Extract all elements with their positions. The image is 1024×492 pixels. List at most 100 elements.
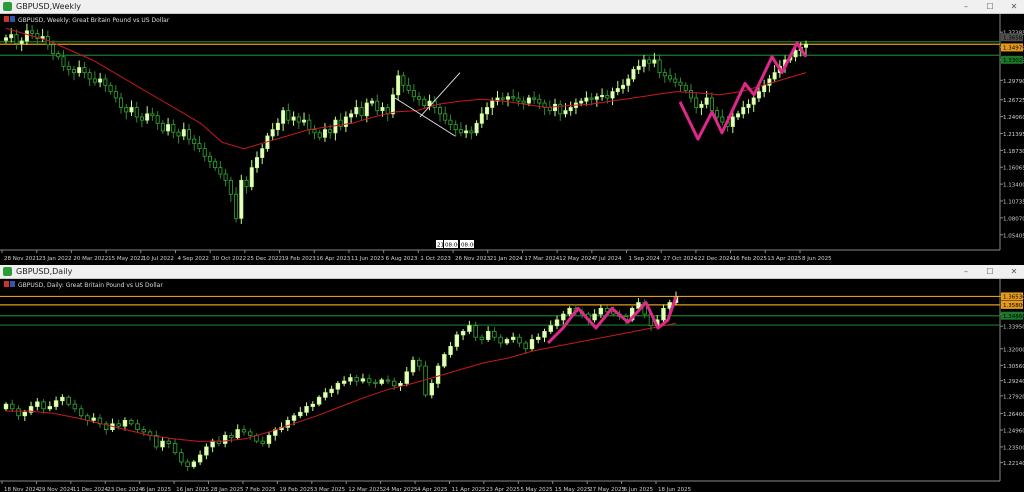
- candle-body: [24, 30, 29, 42]
- candle-body: [404, 371, 409, 384]
- candle-body: [312, 129, 317, 134]
- candle-body: [657, 59, 662, 74]
- candle-body: [202, 148, 207, 157]
- price-tick-label: 1.33950: [1003, 325, 1024, 331]
- candle-body: [683, 84, 688, 91]
- weekly-chart-window[interactable]: GBPUSD,Weekly – ☐ ✕ 1.373851.349791.3302…: [0, 0, 1024, 264]
- candle-body: [270, 129, 275, 137]
- candle-body: [411, 89, 416, 98]
- candle-body: [204, 446, 209, 456]
- crosshair-time-label: 21: [437, 243, 444, 249]
- candle-body: [307, 119, 312, 131]
- time-tick-label: 6 Jun 2025: [624, 487, 654, 492]
- candle-body: [490, 100, 495, 108]
- minimize-button[interactable]: –: [958, 0, 974, 13]
- candle-body: [53, 400, 59, 407]
- close-button[interactable]: ✕: [1006, 265, 1022, 278]
- candle-body: [736, 113, 741, 118]
- daily-titlebar[interactable]: GBPUSD,Daily – ☐ ✕: [0, 265, 1024, 279]
- candle-body: [19, 40, 24, 44]
- symbol-description-label: GBPUSD, Daily: Great Britain Pound vs US…: [18, 282, 163, 289]
- candle-body: [505, 96, 510, 100]
- candle-body: [548, 325, 553, 332]
- daily-price-chart[interactable]: 1.365301.350001.339501.320001.305601.292…: [0, 279, 1024, 492]
- weekly-price-chart[interactable]: 1.373851.349791.330251.297901.267251.240…: [0, 14, 1024, 264]
- candle-body: [521, 100, 526, 104]
- candle-body: [329, 388, 334, 394]
- candle-body: [103, 78, 108, 86]
- minimize-button[interactable]: –: [958, 265, 974, 278]
- candle-body: [547, 107, 552, 112]
- chart-window-icon: [3, 2, 12, 11]
- candle-body: [410, 359, 416, 373]
- candle-body: [134, 107, 139, 118]
- candle-body: [720, 116, 725, 123]
- candle-body: [40, 36, 45, 39]
- candle-body: [479, 113, 484, 124]
- candle-body: [9, 34, 14, 39]
- candle-body: [746, 103, 751, 108]
- candle-body: [694, 97, 699, 108]
- candle-body: [379, 379, 384, 384]
- maximize-button[interactable]: ☐: [982, 265, 998, 278]
- candle-body: [78, 408, 84, 417]
- candle-body: [563, 110, 568, 115]
- time-tick-label: 27 Oct 2024: [663, 256, 698, 262]
- candle-body: [584, 97, 589, 102]
- price-tick-label: 1.27920: [1003, 394, 1024, 400]
- candle-body: [360, 378, 366, 382]
- candle-body: [704, 97, 709, 105]
- maximize-button[interactable]: ☐: [982, 0, 998, 13]
- candle-body: [762, 84, 767, 93]
- time-tick-label: 7 Jul 2024: [594, 256, 622, 262]
- price-highlight-label: 1.36530: [1003, 295, 1024, 301]
- time-tick-label: 18 Jun 2025: [658, 487, 692, 492]
- candle-body: [661, 307, 666, 321]
- candle-body: [108, 84, 113, 93]
- candle-body: [510, 336, 516, 340]
- candle-body: [234, 193, 239, 219]
- candle-body: [610, 91, 615, 99]
- time-tick-label: 29 Nov 2024: [38, 487, 74, 492]
- candle-body: [218, 167, 223, 175]
- candle-body: [751, 97, 756, 105]
- time-tick-label: 11 Dec 2024: [73, 487, 109, 492]
- candle-body: [469, 130, 474, 134]
- candle-body: [453, 124, 458, 131]
- candle-body: [141, 429, 146, 433]
- time-tick-label: 17 Mar 2024: [524, 256, 559, 262]
- candle-body: [304, 406, 309, 413]
- close-button[interactable]: ✕: [1006, 0, 1022, 13]
- weekly-titlebar[interactable]: GBPUSD,Weekly – ☐ ✕: [0, 0, 1024, 14]
- candle-body: [35, 401, 40, 407]
- candle-body: [291, 415, 297, 421]
- candle-body: [139, 116, 144, 121]
- candle-body: [72, 403, 78, 410]
- time-tick-label: 30 Oct 2022: [212, 256, 246, 262]
- candle-body: [772, 72, 777, 80]
- candle-body: [47, 406, 53, 410]
- time-tick-label: 15 May 2022: [108, 256, 144, 262]
- symbol-description-label: GBPUSD, Weekly: Great Britain Pound vs U…: [18, 17, 170, 24]
- candle-body: [448, 346, 453, 355]
- candle-body: [568, 107, 573, 112]
- candle-body: [154, 434, 159, 448]
- candle-body: [417, 359, 422, 367]
- candle-body: [316, 396, 322, 405]
- candle-body: [385, 379, 391, 382]
- candle-body: [82, 67, 87, 74]
- candle-body: [291, 116, 296, 121]
- candle-body: [454, 334, 460, 347]
- price-tick-label: 1.24060: [1003, 115, 1024, 121]
- candle-body: [192, 138, 197, 144]
- time-tick-label: 1 Oct 2023: [420, 256, 451, 262]
- candle-body: [66, 396, 71, 405]
- time-tick-label: 16 Apr 2023: [316, 256, 351, 262]
- candle-body: [605, 95, 610, 99]
- price-tick-label: 1.23500: [1003, 445, 1024, 451]
- time-tick-label: 6 Jan 2025: [142, 487, 172, 492]
- candle-body: [359, 107, 364, 117]
- time-tick-label: 1 Sep 2024: [629, 256, 661, 262]
- daily-chart-window[interactable]: GBPUSD,Daily – ☐ ✕ 1.365301.350001.33950…: [0, 265, 1024, 492]
- price-tick-label: 1.16065: [1003, 166, 1024, 172]
